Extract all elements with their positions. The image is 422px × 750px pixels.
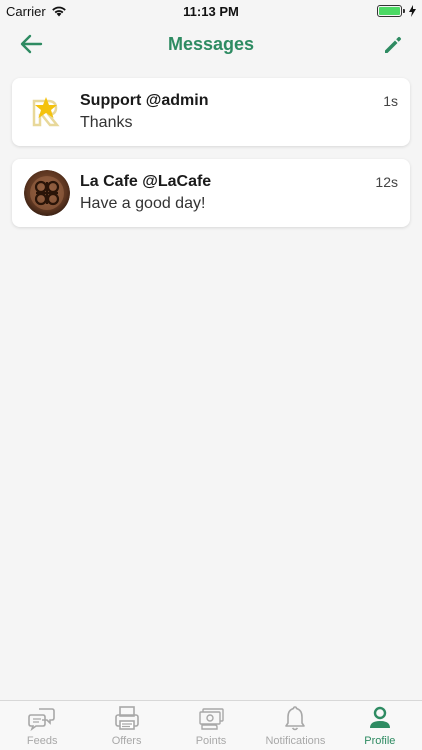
star-logo-icon (24, 89, 70, 135)
status-bar: Carrier 11:13 PM (0, 0, 422, 22)
tab-label: Offers (111, 735, 142, 747)
message-preview: Have a good day! (80, 195, 206, 212)
charging-bolt-icon (409, 5, 416, 17)
tab-label: Points (195, 735, 227, 747)
message-time: 1s (383, 93, 398, 109)
page-title: Messages (167, 33, 255, 54)
support-avatar (24, 89, 70, 135)
tab-points[interactable]: Points (169, 701, 253, 750)
tab-feeds[interactable]: Feeds (0, 701, 84, 750)
status-left: Carrier (6, 4, 67, 19)
message-sender: Support @admin (80, 92, 209, 109)
tab-notifications[interactable]: Notifications (253, 701, 337, 750)
message-time: 12s (375, 174, 398, 190)
tab-label: Profile (364, 735, 396, 747)
message-list: Support @admin Thanks 1s La Cafe @LaCafe… (12, 78, 410, 240)
message-sender: La Cafe @LaCafe (80, 173, 212, 190)
tab-label: Feeds (26, 735, 58, 747)
wifi-icon (51, 6, 66, 17)
tab-offers[interactable]: Offers (84, 701, 168, 750)
bell-icon (285, 706, 306, 731)
message-item-lacafe[interactable]: La Cafe @LaCafe Have a good day! 12s (12, 159, 410, 227)
tab-profile[interactable]: Profile (338, 701, 422, 750)
battery-icon (377, 5, 405, 17)
tab-bar: Feeds Offers Points Notifications Profil… (0, 700, 422, 750)
back-arrow-icon[interactable] (18, 32, 44, 56)
status-right (377, 5, 416, 17)
printer-icon (114, 706, 139, 730)
carrier-label: Carrier (6, 3, 46, 19)
lacafe-avatar (24, 170, 70, 216)
message-preview: Thanks (80, 114, 133, 131)
person-icon (369, 706, 390, 728)
cafe-photo-icon (24, 170, 70, 216)
nav-bar: Messages (0, 22, 422, 66)
message-item-support[interactable]: Support @admin Thanks 1s (12, 78, 410, 146)
tab-label: Notifications (265, 735, 326, 747)
money-icon (199, 708, 224, 730)
pencil-icon[interactable] (382, 34, 404, 56)
chat-bubbles-icon (28, 708, 56, 732)
